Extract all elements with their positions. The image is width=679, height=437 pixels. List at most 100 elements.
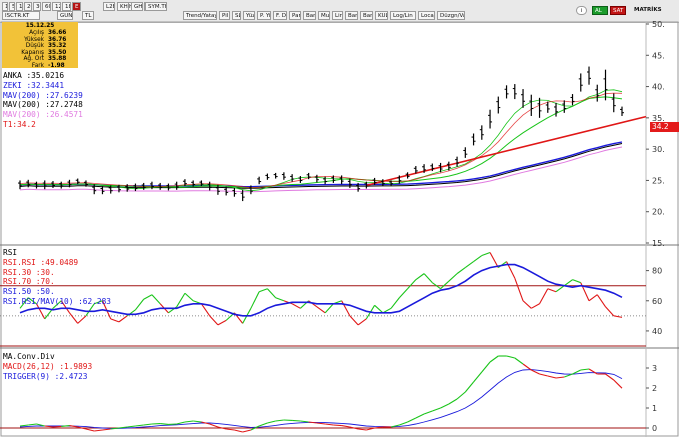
macd-line-segment <box>102 428 111 431</box>
macd-line-segment <box>506 355 515 359</box>
rsi-line-segment <box>596 294 606 308</box>
macd-line-segment <box>258 422 268 427</box>
macd-line-segment <box>358 428 367 431</box>
macd-line-segment <box>209 423 219 428</box>
macd-line-segment <box>539 373 548 377</box>
macd-line-segment <box>399 421 408 426</box>
rsi-line-segment <box>266 288 277 299</box>
rsi-line-segment <box>522 300 532 309</box>
rsi-line-segment <box>473 255 483 263</box>
rsi-line-segment <box>151 294 161 305</box>
rsi-tick-label: 40 <box>652 327 662 336</box>
rsi-legend-item: RSI.70 :70. <box>3 277 55 287</box>
macd-line-segment <box>242 429 252 433</box>
rsi-line-segment <box>539 288 549 305</box>
price-tick-label: 45. <box>652 51 665 60</box>
price-legend-item: ANKA :35.0216 <box>3 71 65 80</box>
rsi-line-segment <box>374 304 384 314</box>
rsi-legend-item: RSI.30 :30. <box>3 267 55 277</box>
macd-line-segment <box>226 428 235 431</box>
rsi-line-segment <box>605 306 615 317</box>
rsi-line-segment <box>176 292 186 308</box>
rsi-line-segment <box>349 315 359 326</box>
rsi-line-segment <box>77 315 87 324</box>
chart-canvas: 15.20.25.30.35.40.45.50.4060800123 <box>0 20 679 437</box>
rsi-tick-label: 80 <box>652 267 662 276</box>
macd-line-segment <box>28 423 37 426</box>
price-tick-label: 15. <box>652 239 665 248</box>
rsi-line-segment <box>531 303 540 309</box>
rsi-line-segment <box>398 288 408 299</box>
macd-tick-label: 1 <box>652 404 657 413</box>
price-tick-label: 50. <box>652 20 665 29</box>
macd-line-segment <box>341 425 350 428</box>
macd-line-segment <box>234 429 243 433</box>
macd-line-segment <box>432 407 441 412</box>
macd-line-segment <box>193 420 202 423</box>
rsi-line-segment <box>250 291 260 309</box>
ma-line-blue <box>19 141 623 188</box>
macd-line-segment <box>135 424 144 427</box>
price-legend-item: MAV(200) :27.6239 <box>3 90 83 100</box>
rsi-line-segment <box>572 279 581 284</box>
rsi-line-segment <box>563 279 573 287</box>
macd-line-segment <box>325 423 334 426</box>
info-value: -1.98 <box>48 62 65 69</box>
rsi-line-segment <box>184 292 194 302</box>
rsi-legend-item: RSI.RSI :49.0489 <box>3 257 79 267</box>
macd-line-segment <box>94 429 103 432</box>
rsi-line-segment <box>448 273 458 282</box>
rsi-line-segment <box>464 261 474 269</box>
macd-line-segment <box>522 363 532 371</box>
rsi-line-segment <box>291 303 301 309</box>
macd-line-segment <box>52 425 62 428</box>
macd-line-segment <box>473 371 483 383</box>
rsi-line-segment <box>547 288 557 293</box>
macd-legend-item: TRIGGER(9) :2.4723 <box>3 371 88 381</box>
rsi-line-segment <box>440 280 450 290</box>
macd-line-segment <box>127 425 136 428</box>
info-box: 15.12.25 Açılış 36.66 Yüksek 36.76 Düşük 35.3… <box>2 22 78 69</box>
macd-line-segment <box>481 361 491 373</box>
macd-line-segment <box>555 376 565 379</box>
macd-line-segment <box>267 420 276 424</box>
macd-tick-label: 3 <box>652 364 657 373</box>
rsi-legend-item: RSI.50 :50. <box>3 287 55 297</box>
rsi-line-segment <box>555 285 565 293</box>
price-legend-item: MAV(200) :26.4571 <box>3 110 83 120</box>
rsi-line-segment <box>258 288 268 293</box>
rsi-line-segment <box>316 306 326 314</box>
price-legend-item: T1:34.2 <box>3 120 36 129</box>
macd-line-segment <box>275 419 284 422</box>
info-key: Fark <box>31 62 44 69</box>
macd-line-segment <box>415 413 425 419</box>
macd-legend-item: MACD(26,12) :1.9893 <box>3 361 93 371</box>
macd-tick-label: 0 <box>652 424 657 433</box>
rsi-line-segment <box>69 312 79 324</box>
price-tick-label: 30. <box>652 145 665 154</box>
macd-line-segment <box>184 420 194 423</box>
price-legend-item: ZEKI :32.3441 <box>3 80 65 90</box>
rsi-line-segment <box>357 318 367 326</box>
macd-line-segment <box>456 391 466 400</box>
rsi-line-segment <box>613 315 623 318</box>
macd-line-segment <box>143 423 153 426</box>
macd-line-segment <box>176 421 186 425</box>
price-legend-item: MAV(200) :27.2748 <box>3 100 83 110</box>
price-tick-label: 25. <box>652 176 665 185</box>
rsi-line-segment <box>407 279 417 290</box>
rsi-line-segment <box>489 252 499 268</box>
rsi-line-segment <box>110 318 120 323</box>
macd-trigger-line <box>19 369 623 429</box>
rsi-line-segment <box>324 303 334 314</box>
macd-line-segment <box>333 424 342 427</box>
rsi-line-segment <box>588 294 598 302</box>
rsi-line-segment <box>423 273 433 284</box>
macd-line-segment <box>489 355 499 363</box>
rsi-line-segment <box>481 252 491 257</box>
rsi-line-segment <box>275 297 285 302</box>
rsi-line-segment <box>118 315 128 323</box>
macd-line-segment <box>613 379 623 389</box>
macd-line-segment <box>85 428 95 432</box>
macd-line-segment <box>440 403 450 409</box>
